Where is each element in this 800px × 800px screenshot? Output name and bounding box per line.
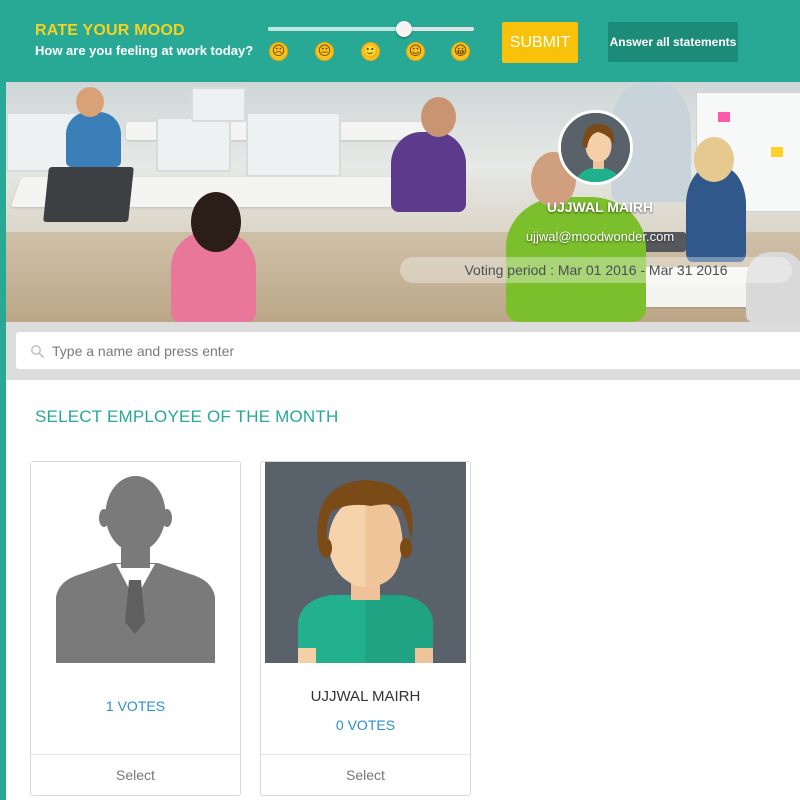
profile-name: UJJWAL MAIRH	[546, 199, 654, 215]
answer-all-statements-button[interactable]: Answer all statements	[608, 22, 738, 62]
mood-slider[interactable]	[268, 20, 474, 38]
profile-email: ujjwal@moodwonder.com	[525, 229, 675, 244]
neutral-face-icon[interactable]: 😐	[315, 42, 334, 61]
employee-search-input[interactable]	[52, 338, 752, 364]
grinning-face-icon[interactable]: 😀	[451, 42, 470, 61]
section-title: SELECT EMPLOYEE OF THE MONTH	[35, 407, 339, 426]
user-avatar-icon	[265, 462, 466, 663]
employee-votes: 0 VOTES	[335, 717, 396, 733]
mood-title: RATE YOUR MOOD	[35, 22, 185, 39]
employee-votes: 1 VOTES	[105, 698, 166, 714]
frowning-face-icon[interactable]: ☹	[269, 42, 288, 61]
person-silhouette-icon	[31, 462, 240, 663]
default-avatar-image	[31, 462, 240, 663]
office-banner-image	[6, 82, 800, 322]
smiling-face-icon[interactable]: ☺	[406, 42, 425, 61]
slightly-happy-face-icon[interactable]: 🙂	[361, 42, 380, 61]
mood-subtitle: How are you feeling at work today?	[35, 43, 254, 58]
select-employee-button[interactable]: Select	[31, 755, 240, 795]
employee-card: 1 VOTES Select	[30, 461, 241, 796]
employee-avatar-image	[261, 462, 470, 663]
submit-button[interactable]: SUBMIT	[502, 22, 578, 63]
slider-thumb[interactable]	[395, 21, 412, 37]
voting-period: Voting period : Mar 01 2016 - Mar 31 201…	[400, 257, 792, 283]
slider-fill	[268, 27, 404, 31]
employee-name: UJJWAL MAIRH	[310, 688, 421, 705]
search-icon	[31, 345, 44, 358]
select-employee-button[interactable]: Select	[261, 755, 470, 795]
employee-card: UJJWAL MAIRH 0 VOTES Select	[260, 461, 471, 796]
profile-avatar[interactable]	[558, 110, 633, 185]
